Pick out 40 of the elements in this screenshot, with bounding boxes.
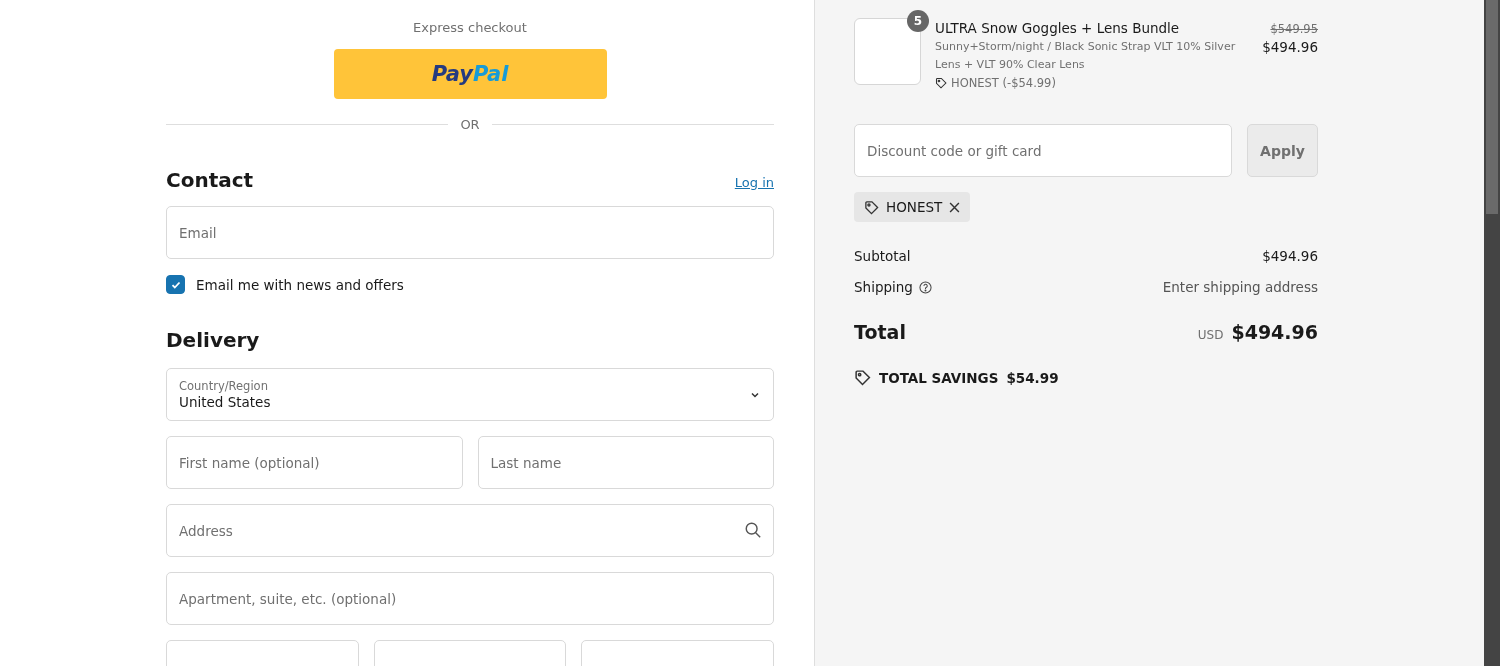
checkbox-label: Email me with news and offers: [196, 276, 404, 293]
close-icon[interactable]: [949, 201, 961, 213]
divider-label: OR: [460, 117, 480, 132]
checkbox[interactable]: [166, 275, 185, 294]
product-variant: Sunny+Storm/night / Black Sonic Strap VLT 10% Silver Lens + VLT 90% Clear Lens: [935, 39, 1237, 73]
section-label: Express checkout: [412, 20, 528, 35]
tag-icon: [864, 199, 879, 215]
search-icon: [744, 521, 762, 539]
shipping-value: Enter shipping address: [1162, 279, 1318, 295]
total-label: Total: [854, 321, 906, 343]
savings-value: $54.99: [1006, 369, 1059, 386]
email-field[interactable]: Email: [166, 206, 774, 259]
text-field[interactable]: Apartment, suite, etc. (optional): [166, 572, 774, 625]
paypal-button[interactable]: PayPal: [333, 49, 607, 99]
help-icon[interactable]: [918, 280, 932, 294]
subtotal-value: $494.96: [1262, 248, 1318, 264]
total-value: $494.96: [1231, 321, 1318, 343]
currency-label: USD: [1197, 328, 1224, 342]
apply-button[interactable]: Apply: [1247, 124, 1318, 177]
quantity-badge: 5: [907, 10, 929, 32]
tag-icon: [935, 77, 947, 89]
product-price: $494.96: [1262, 39, 1318, 55]
photo-placeholder: [854, 18, 921, 85]
original-price: $549.95: [1270, 22, 1318, 36]
section-heading: Contact: [166, 168, 254, 192]
address-field[interactable]: Address: [166, 504, 774, 557]
text-field[interactable]: First name (optional): [166, 436, 463, 489]
shipping-label: Shipping: [854, 279, 913, 295]
text-field[interactable]: Last name: [477, 436, 774, 489]
scrollbar[interactable]: [1484, 0, 1500, 666]
discount-label: HONEST (-$54.99): [951, 76, 1056, 90]
tags-icon: [854, 369, 871, 386]
section-heading: Delivery: [166, 328, 260, 352]
login-link[interactable]: Log in: [734, 175, 774, 190]
discount-field[interactable]: Discount code or gift card: [854, 124, 1232, 177]
subtotal-label: Subtotal: [854, 248, 911, 264]
savings-label: TOTAL SAVINGS: [879, 369, 999, 386]
discount-code: HONEST: [886, 199, 943, 215]
product-name: ULTRA Snow Goggles + Lens Bundle: [935, 20, 1181, 36]
country-select[interactable]: Country/Region United States: [166, 368, 774, 421]
